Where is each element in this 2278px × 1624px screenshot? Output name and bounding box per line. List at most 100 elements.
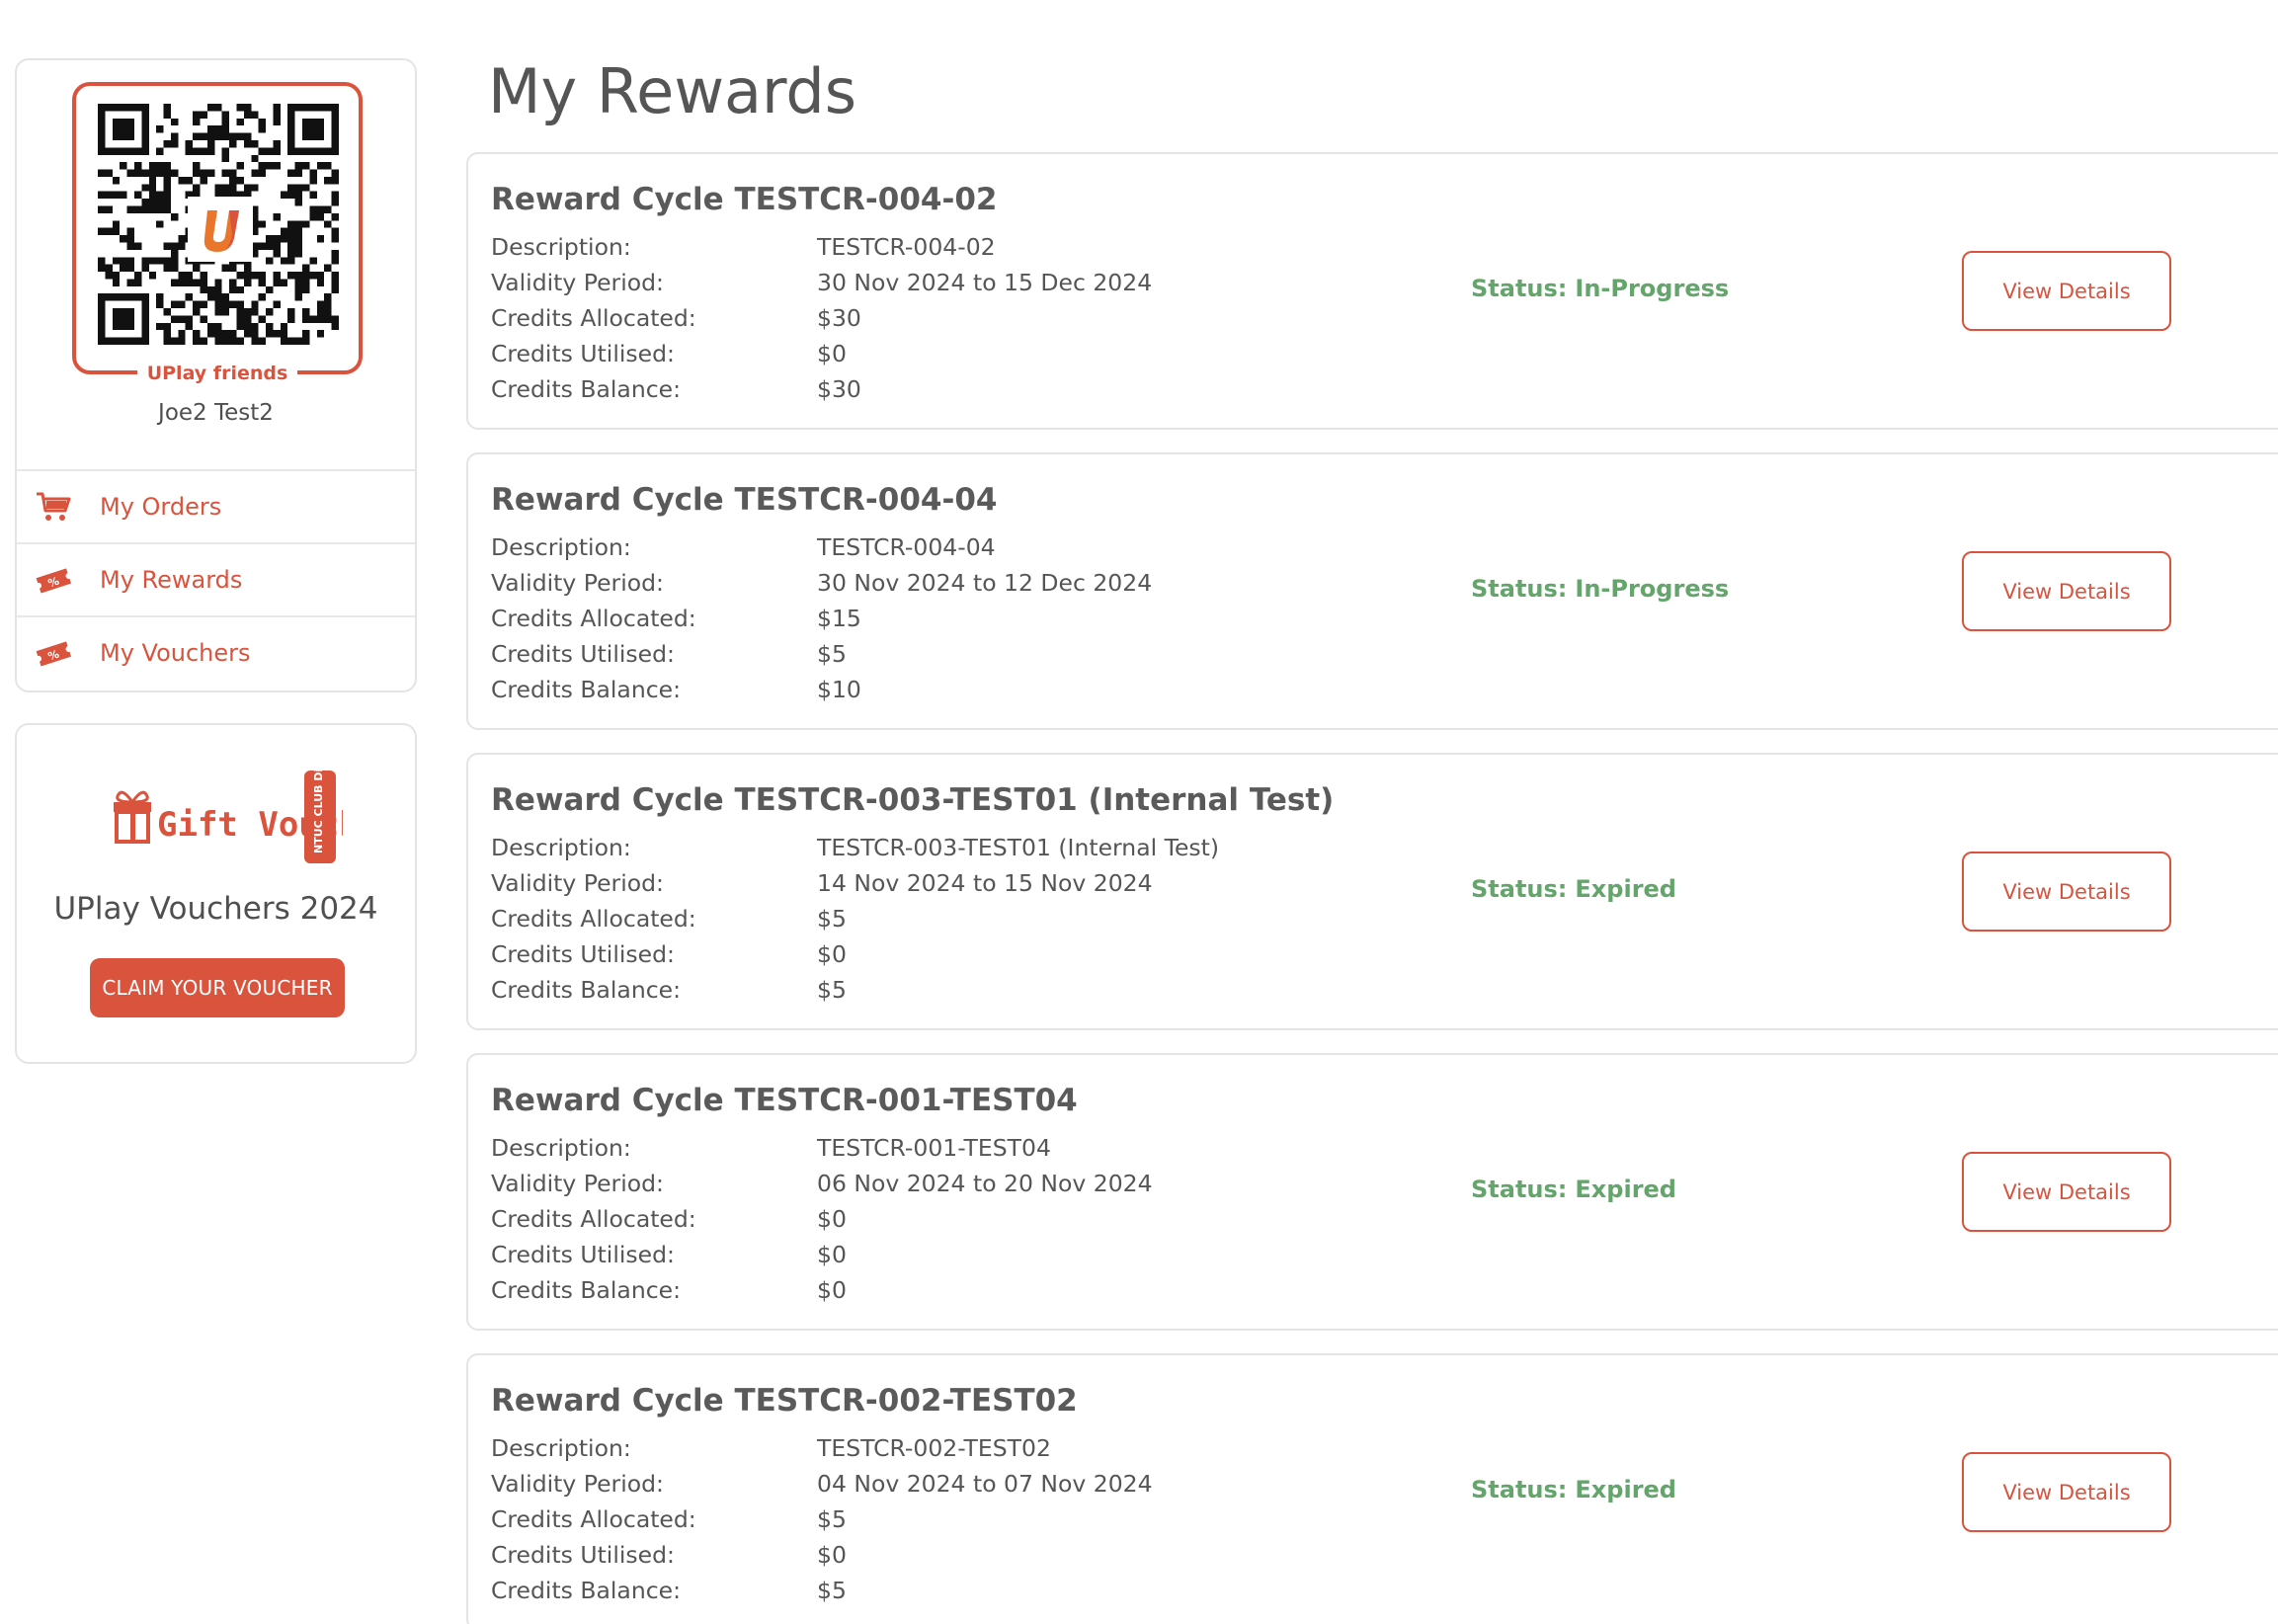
- reward-card: Reward Cycle TESTCR-002-TEST02 Descripti…: [466, 1353, 2278, 1624]
- ticket-icon: %: [35, 635, 72, 671]
- reward-title: Reward Cycle TESTCR-001-TEST04: [491, 1083, 1078, 1118]
- field-label: Description:: [491, 533, 631, 561]
- field-description: Description: TESTCR-002-TEST02: [491, 1430, 1153, 1466]
- view-details-button[interactable]: View Details: [1962, 852, 2171, 932]
- field-credits-utilised: Credits Utilised: $5: [491, 636, 1152, 672]
- gift-voucher-logo: Gift Voucher NTUC CLUB Discount: [96, 727, 400, 865]
- credits-utilised-value: $0: [817, 1541, 847, 1569]
- svg-text:NTUC CLUB Discount: NTUC CLUB Discount: [312, 767, 325, 853]
- field-label: Credits Utilised:: [491, 340, 675, 367]
- field-credits-allocated: Credits Allocated: $30: [491, 300, 1152, 336]
- profile-card: UPlay friends Joe2 Test2 My Orders % My …: [15, 58, 417, 692]
- field-label: Credits Allocated:: [491, 1505, 696, 1533]
- field-description: Description: TESTCR-003-TEST01 (Internal…: [491, 830, 1219, 865]
- field-label: Description:: [491, 1134, 631, 1162]
- reward-fields: Description: TESTCR-004-04 Validity Peri…: [491, 529, 1152, 707]
- field-label: Credits Utilised:: [491, 1541, 675, 1569]
- credits-balance-value: $30: [817, 375, 861, 403]
- field-label: Credits Balance:: [491, 375, 682, 403]
- field-label: Validity Period:: [491, 869, 664, 897]
- profile-name: Joe2 Test2: [158, 400, 274, 426]
- field-credits-utilised: Credits Utilised: $0: [491, 1237, 1153, 1272]
- claim-voucher-button[interactable]: CLAIM YOUR VOUCHER: [90, 958, 345, 1017]
- status-value: Expired: [1575, 1176, 1676, 1203]
- menu-item-my-rewards[interactable]: % My Rewards: [17, 542, 415, 615]
- description-value: TESTCR-003-TEST01 (Internal Test): [817, 834, 1220, 861]
- account-menu: My Orders % My Rewards % My Vouchers: [17, 469, 415, 689]
- field-label: Credits Allocated:: [491, 605, 696, 632]
- field-label: Credits Utilised:: [491, 940, 675, 968]
- status-prefix: Status:: [1471, 275, 1568, 302]
- reward-fields: Description: TESTCR-003-TEST01 (Internal…: [491, 830, 1219, 1008]
- page-title: My Rewards: [488, 55, 857, 127]
- description-value: TESTCR-004-02: [817, 233, 996, 261]
- status-value: Expired: [1575, 1476, 1676, 1503]
- reward-title: Reward Cycle TESTCR-002-TEST02: [491, 1383, 1078, 1419]
- field-label: Validity Period:: [491, 1470, 664, 1498]
- validity-period-value: 04 Nov 2024 to 07 Nov 2024: [817, 1470, 1153, 1498]
- menu-item-my-vouchers[interactable]: % My Vouchers: [17, 615, 415, 689]
- reward-card: Reward Cycle TESTCR-001-TEST04 Descripti…: [466, 1053, 2278, 1331]
- reward-card: Reward Cycle TESTCR-004-02 Description: …: [466, 152, 2278, 430]
- field-label: Credits Balance:: [491, 676, 682, 703]
- voucher-promo-card: Gift Voucher NTUC CLUB Discount UPlay Vo…: [15, 723, 417, 1064]
- field-validity-period: Validity Period: 06 Nov 2024 to 20 Nov 2…: [491, 1166, 1153, 1201]
- credits-allocated-value: $0: [817, 1205, 847, 1233]
- view-details-button[interactable]: View Details: [1962, 1152, 2171, 1232]
- field-description: Description: TESTCR-004-04: [491, 529, 1152, 565]
- member-qr-code: UPlay friends: [72, 82, 363, 384]
- status-prefix: Status:: [1471, 875, 1568, 903]
- ticket-icon: %: [35, 562, 72, 598]
- field-validity-period: Validity Period: 30 Nov 2024 to 12 Dec 2…: [491, 565, 1152, 601]
- field-credits-balance: Credits Balance: $5: [491, 1573, 1153, 1608]
- description-value: TESTCR-001-TEST04: [817, 1134, 1051, 1162]
- view-details-button[interactable]: View Details: [1962, 551, 2171, 631]
- field-credits-allocated: Credits Allocated: $5: [491, 901, 1219, 936]
- view-details-button[interactable]: View Details: [1962, 251, 2171, 331]
- field-label: Validity Period:: [491, 269, 664, 296]
- field-credits-balance: Credits Balance: $0: [491, 1272, 1153, 1308]
- reward-title: Reward Cycle TESTCR-004-02: [491, 182, 998, 217]
- field-label: Credits Balance:: [491, 1577, 682, 1604]
- credits-utilised-value: $0: [817, 340, 847, 367]
- credits-allocated-value: $15: [817, 605, 861, 632]
- validity-period-value: 14 Nov 2024 to 15 Nov 2024: [817, 869, 1153, 897]
- field-label: Description:: [491, 834, 631, 861]
- reward-fields: Description: TESTCR-001-TEST04 Validity …: [491, 1130, 1153, 1308]
- description-value: TESTCR-004-04: [817, 533, 996, 561]
- field-credits-balance: Credits Balance: $5: [491, 972, 1219, 1008]
- status-badge: Status: Expired: [1471, 1476, 1676, 1503]
- field-label: Validity Period:: [491, 1170, 664, 1197]
- status-prefix: Status:: [1471, 575, 1568, 603]
- field-label: Credits Utilised:: [491, 640, 675, 668]
- menu-label-my-rewards: My Rewards: [100, 566, 243, 594]
- credits-utilised-value: $5: [817, 640, 847, 668]
- gift-box-icon: [114, 790, 151, 844]
- validity-period-value: 30 Nov 2024 to 15 Dec 2024: [817, 269, 1153, 296]
- voucher-title: UPlay Vouchers 2024: [53, 891, 378, 927]
- reward-fields: Description: TESTCR-004-02 Validity Peri…: [491, 229, 1152, 407]
- menu-item-my-orders[interactable]: My Orders: [17, 469, 415, 542]
- field-credits-allocated: Credits Allocated: $0: [491, 1201, 1153, 1237]
- field-credits-balance: Credits Balance: $30: [491, 371, 1152, 407]
- field-label: Validity Period:: [491, 569, 664, 597]
- field-validity-period: Validity Period: 30 Nov 2024 to 15 Dec 2…: [491, 265, 1152, 300]
- page: UPlay friends Joe2 Test2 My Orders % My …: [0, 0, 2278, 1624]
- qr-caption: UPlay friends: [136, 363, 298, 384]
- reward-card: Reward Cycle TESTCR-003-TEST01 (Internal…: [466, 753, 2278, 1030]
- reward-title: Reward Cycle TESTCR-003-TEST01 (Internal…: [491, 782, 1335, 818]
- description-value: TESTCR-002-TEST02: [817, 1434, 1051, 1462]
- reward-title: Reward Cycle TESTCR-004-04: [491, 482, 998, 518]
- field-label: Credits Balance:: [491, 1276, 682, 1304]
- credits-utilised-value: $0: [817, 1241, 847, 1268]
- status-badge: Status: Expired: [1471, 875, 1676, 903]
- status-prefix: Status:: [1471, 1476, 1568, 1503]
- rewards-list: Reward Cycle TESTCR-004-02 Description: …: [466, 152, 2278, 1624]
- field-description: Description: TESTCR-004-02: [491, 229, 1152, 265]
- field-credits-utilised: Credits Utilised: $0: [491, 936, 1219, 972]
- field-credits-utilised: Credits Utilised: $0: [491, 1537, 1153, 1573]
- status-badge: Status: In-Progress: [1471, 575, 1729, 603]
- validity-period-value: 06 Nov 2024 to 20 Nov 2024: [817, 1170, 1153, 1197]
- view-details-button[interactable]: View Details: [1962, 1452, 2171, 1532]
- field-label: Credits Allocated:: [491, 1205, 696, 1233]
